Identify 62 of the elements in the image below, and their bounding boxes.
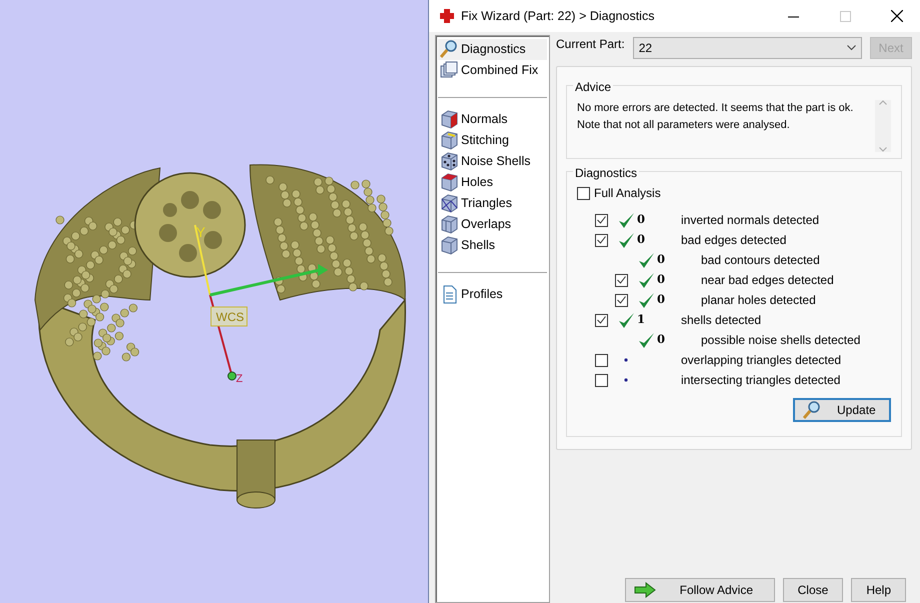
checkbox[interactable] [595, 234, 608, 246]
diagnostic-label: intersecting triangles detected [681, 372, 840, 389]
part-dropdown[interactable]: 22 [632, 37, 862, 59]
magnifier-icon [440, 40, 459, 59]
sidebar-item[interactable]: Stitching [438, 130, 547, 151]
chevron-up-icon [879, 100, 887, 105]
diagnostic-label: bad edges detected [681, 232, 786, 249]
dice-cube-icon [440, 152, 459, 171]
sidebar-item[interactable]: Shells [438, 235, 547, 256]
chevron-down-icon [879, 147, 887, 152]
checkbox[interactable] [615, 274, 628, 286]
sidebar-item[interactable]: Holes [438, 172, 547, 193]
checkbox[interactable] [615, 294, 628, 306]
dialog-button[interactable]: Close [782, 578, 844, 602]
wcs-label: WCS [210, 306, 248, 326]
update-button[interactable]: Update [793, 398, 891, 422]
checkbox[interactable] [595, 374, 608, 386]
count-value: 0 [657, 271, 666, 288]
cube-icon [440, 173, 459, 192]
axis-label: Z [236, 373, 243, 385]
advice-text: No more errors are detected. It seems that the part is ok. Note that not all parameters were analysed. [577, 101, 854, 132]
diagnostic-label: overlapping triangles detected [681, 352, 842, 369]
diagnostic-label: planar holes detected [701, 292, 816, 309]
diagnostic-label: bad contours detected [701, 252, 820, 269]
count-value: 1 [637, 311, 646, 328]
sidebar-item[interactable]: Diagnostics [438, 39, 547, 60]
checkbox-label: Full Analysis [594, 185, 661, 202]
count-value: 0 [637, 211, 646, 228]
dialog-button[interactable]: Help [851, 578, 906, 602]
cube-icon [440, 236, 459, 255]
chevron-down-icon [847, 45, 856, 51]
checkbox[interactable] [595, 314, 608, 326]
sidebar-item[interactable]: Triangles [438, 193, 547, 214]
cube-icon [440, 110, 459, 129]
axis-label: Y [196, 224, 206, 240]
count-value: 0 [657, 251, 666, 268]
sidebar-item[interactable]: Noise Shells [438, 151, 547, 172]
sidebar-item[interactable]: Overlaps [438, 214, 547, 235]
window-title: Fix Wizard (Part: 22) > Diagnostics [461, 8, 656, 25]
wireframe-cube-icon [440, 194, 459, 213]
diagnostic-label: inverted normals detected [681, 212, 820, 229]
diagnostic-label: near bad edges detected [701, 272, 834, 289]
pages-stack-icon [440, 61, 459, 80]
scrollbar[interactable] [875, 100, 891, 152]
checkbox[interactable] [595, 214, 608, 226]
diagnostic-label: shells detected [681, 312, 762, 329]
close-icon[interactable] [891, 10, 903, 22]
cube-icon [440, 215, 459, 234]
count-value: 0 [657, 291, 666, 308]
count-value: 0 [657, 331, 666, 348]
field-label: Current Part: [556, 36, 625, 53]
sidebar-item[interactable]: Profiles [438, 284, 547, 305]
cube-icon [440, 131, 459, 150]
checkbox[interactable] [595, 354, 608, 366]
checkbox[interactable] [577, 186, 590, 200]
count-value: 0 [637, 231, 646, 248]
app-cross-icon [439, 8, 455, 24]
diagnostic-label: possible noise shells detected [701, 332, 860, 349]
follow-advice-button[interactable]: Follow Advice [624, 578, 775, 602]
sidebar-item[interactable]: Combined Fix [438, 60, 547, 81]
sidebar-item[interactable]: Normals [438, 109, 547, 130]
arrow-right-icon [634, 582, 656, 598]
